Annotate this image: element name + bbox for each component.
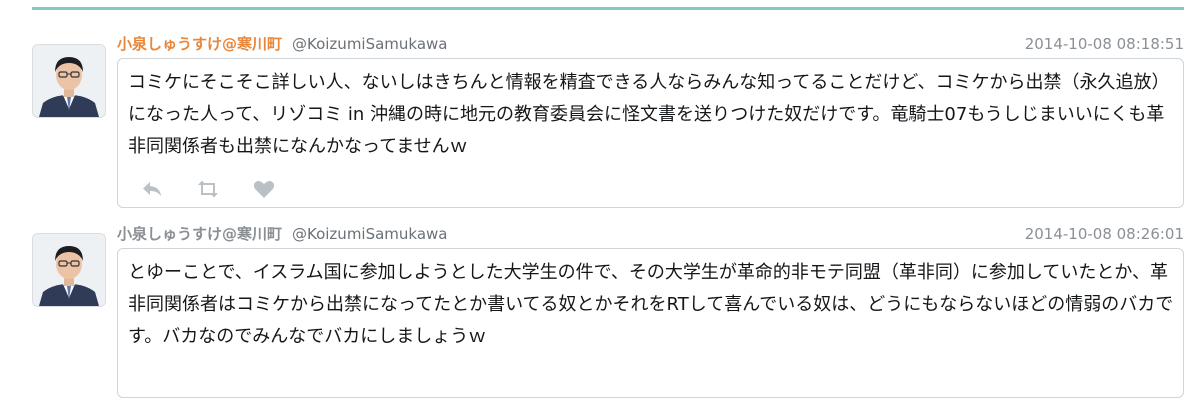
display-name[interactable]: 小泉しゅうすけ@寒川町 bbox=[117, 222, 282, 246]
avatar[interactable] bbox=[32, 44, 106, 118]
tweet-text: とゆーことで、イスラム国に参加しようとした大学生の件で、その大学生が革命的非モテ… bbox=[128, 262, 1174, 347]
retweet-icon bbox=[198, 180, 218, 198]
top-divider bbox=[32, 7, 1184, 10]
timestamp[interactable]: 2014-10-08 08:18:51 bbox=[1025, 32, 1184, 56]
like-button[interactable] bbox=[250, 177, 278, 201]
screen-name[interactable]: @KoizumiSamukawa bbox=[292, 32, 448, 56]
display-name[interactable]: 小泉しゅうすけ@寒川町 bbox=[117, 32, 282, 56]
reply-button[interactable] bbox=[138, 177, 166, 201]
avatar-image bbox=[33, 45, 105, 117]
reply-icon bbox=[143, 182, 161, 196]
avatar[interactable] bbox=[32, 233, 106, 307]
timestamp[interactable]: 2014-10-08 08:26:01 bbox=[1025, 222, 1184, 246]
tweet-text: コミケにそこそこ詳しい人、ないしはきちんと情報を精査できる人ならみんな知ってるこ… bbox=[128, 72, 1170, 157]
avatar-image bbox=[33, 234, 105, 306]
retweet-button[interactable] bbox=[194, 177, 222, 201]
tweet-bubble: とゆーことで、イスラム国に参加しようとした大学生の件で、その大学生が革命的非モテ… bbox=[117, 248, 1184, 398]
tweet-bubble: コミケにそこそこ詳しい人、ないしはきちんと情報を精査できる人ならみんな知ってるこ… bbox=[117, 58, 1184, 208]
tweet-header: 小泉しゅうすけ@寒川町 @KoizumiSamukawa 2014-10-08 … bbox=[117, 222, 1184, 246]
screen-name[interactable]: @KoizumiSamukawa bbox=[292, 222, 448, 246]
heart-icon bbox=[253, 181, 275, 198]
tweet-header: 小泉しゅうすけ@寒川町 @KoizumiSamukawa 2014-10-08 … bbox=[117, 32, 1184, 56]
